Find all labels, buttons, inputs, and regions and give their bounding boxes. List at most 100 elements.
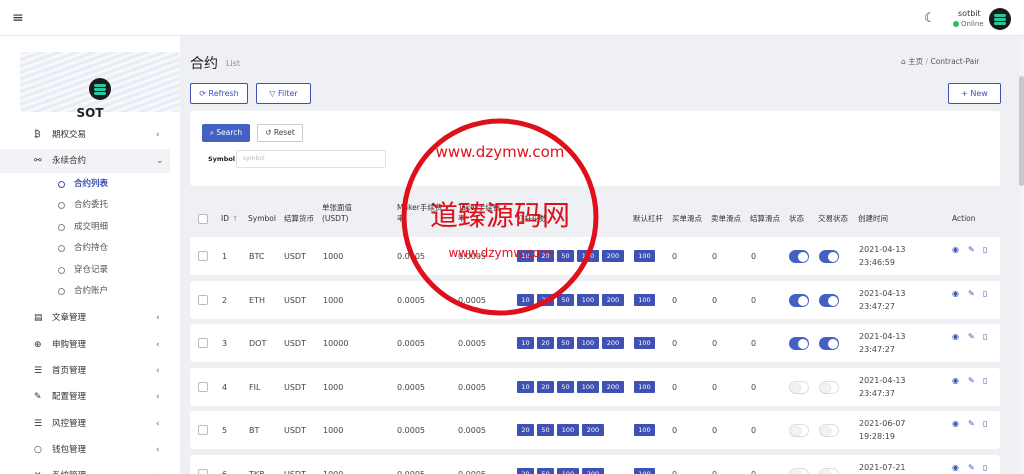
delete-icon[interactable]: ▯ [983,289,987,298]
leverage-badge: 50 [557,250,574,262]
leverage-badge: 100 [557,424,579,436]
row-checkbox[interactable] [198,338,208,348]
cell-maker-fee: 0.0005 [397,469,425,474]
edit-icon[interactable]: ✎ [968,245,975,254]
row-checkbox[interactable] [198,295,208,305]
cell-buy-slippage: 0 [672,383,678,392]
sidebar-item-perpetual[interactable]: ⚯ 永续合约 ⌄ [0,149,170,173]
moon-icon[interactable]: ☾ [924,11,936,26]
sidebar-item-label: 钱包管理 [52,445,87,455]
filter-button[interactable]: ▽ Filter [256,83,311,104]
leverage-badge: 50 [557,381,574,393]
delete-icon[interactable]: ▯ [983,463,987,472]
row-checkbox[interactable] [198,382,208,392]
new-button[interactable]: + New [948,83,1001,104]
status-toggle[interactable] [789,381,809,394]
column-header-symbol: Symbol [248,214,276,223]
trade-status-toggle[interactable] [819,381,839,394]
trade-status-toggle[interactable] [819,424,839,437]
sidebar-subitem-trades[interactable]: 成交明细 [0,217,170,238]
refresh-button[interactable]: ⟳ Refresh [190,83,248,104]
logo-stripe [994,14,1006,17]
trade-status-toggle[interactable] [819,294,839,307]
leverage-badge: 100 [557,468,579,474]
view-icon[interactable]: ◉ [952,289,959,298]
edit-icon[interactable]: ✎ [968,289,975,298]
trade-status-toggle[interactable] [819,337,839,350]
cell-id: 1 [222,252,228,261]
avatar[interactable] [989,8,1011,30]
cell-symbol: BTC [249,252,265,261]
delete-icon[interactable]: ▯ [983,376,987,385]
sidebar-subitem-positions[interactable]: 合约持仓 [0,238,170,259]
sidebar-item-system[interactable]: ✕ 系统管理 ‹ [0,464,170,474]
reset-icon: ↺ [265,128,274,137]
trade-status-toggle[interactable] [819,250,839,263]
edit-icon[interactable]: ✎ [968,376,975,385]
row-checkbox[interactable] [198,425,208,435]
status-toggle[interactable] [789,294,809,307]
sort-icon[interactable]: ↑ [232,214,238,223]
sidebar-item-articles[interactable]: ▤ 文章管理 ‹ [0,306,170,330]
row-checkbox[interactable] [198,469,208,474]
chevron-left-icon: ‹ [156,419,160,429]
search-button[interactable]: ⌕ Search [202,124,250,142]
sidebar-subitem-liquidations[interactable]: 穿仓记录 [0,260,170,281]
view-icon[interactable]: ◉ [952,332,959,341]
hamburger-icon[interactable]: ≡ [12,10,24,26]
leverage-badge: 200 [582,468,604,474]
status-toggle[interactable] [789,337,809,350]
sidebar-item-label: 风控管理 [52,419,87,429]
view-icon[interactable]: ◉ [952,245,959,254]
chevron-left-icon: ‹ [156,130,160,140]
leverage-badge: 100 [577,381,599,393]
status-toggle[interactable] [789,250,809,263]
edit-icon[interactable]: ✎ [968,463,975,472]
sidebar-subitem-contract-list[interactable]: 合约列表 [0,174,170,195]
breadcrumb-current: Contract-Pair [930,57,980,66]
filter-label: Filter [277,89,298,98]
cell-symbol: FIL [249,383,261,392]
edit-icon[interactable]: ✎ [968,332,975,341]
delete-icon[interactable]: ▯ [983,332,987,341]
edit-icon[interactable]: ✎ [968,419,975,428]
cell-taker-fee: 0.0005 [458,426,486,435]
select-all-checkbox[interactable] [198,214,208,224]
breadcrumb-home[interactable]: 主页 [908,57,923,66]
row-checkbox[interactable] [198,251,208,261]
sidebar-item-label: 期权交易 [52,130,87,140]
sidebar-item-risk[interactable]: ☰ 风控管理 ‹ [0,412,170,436]
status-toggle[interactable] [789,468,809,474]
sidebar-item-subscription[interactable]: ⊕ 申购管理 ‹ [0,333,170,357]
sidebar-subitem-orders[interactable]: 合约委托 [0,195,170,216]
sidebar-item-wallet[interactable]: ○ 钱包管理 ‹ [0,438,170,462]
view-icon[interactable]: ◉ [952,463,959,472]
sidebar-item-options[interactable]: ₿ 期权交易 ‹ [0,123,170,147]
cell-id: 5 [222,426,228,435]
sidebar-item-label: 配置管理 [52,392,87,402]
cell-taker-fee: 0.0005 [458,469,486,474]
sidebar-item-config[interactable]: ✎ 配置管理 ‹ [0,385,170,409]
cell-created-time: 19:28:19 [859,432,895,441]
default-leverage-badge: 100 [634,424,655,436]
view-icon[interactable]: ◉ [952,419,959,428]
default-leverage-badge: 100 [634,381,655,393]
globe-icon: ⊕ [34,340,42,350]
sidebar-subitem-accounts[interactable]: 合约账户 [0,281,170,302]
delete-icon[interactable]: ▯ [983,245,987,254]
leverage-badge: 20 [537,381,554,393]
status-toggle[interactable] [789,424,809,437]
delete-icon[interactable]: ▯ [983,419,987,428]
column-header-id[interactable]: ID ↑ [221,213,241,224]
scrollbar[interactable] [1019,36,1024,474]
leverage-badge: 10 [517,294,534,306]
view-icon[interactable]: ◉ [952,376,959,385]
top-bar: ≡ ☾ sotbit Online [0,0,1024,36]
cell-settle-currency: USDT [284,296,306,305]
reset-button[interactable]: ↺ Reset [257,124,303,142]
cell-settle-currency: USDT [284,339,306,348]
symbol-input[interactable]: symbol [236,150,386,168]
scrollbar-thumb[interactable] [1019,76,1024,186]
trade-status-toggle[interactable] [819,468,839,474]
sidebar-item-homepage[interactable]: ☰ 首页管理 ‹ [0,359,170,383]
